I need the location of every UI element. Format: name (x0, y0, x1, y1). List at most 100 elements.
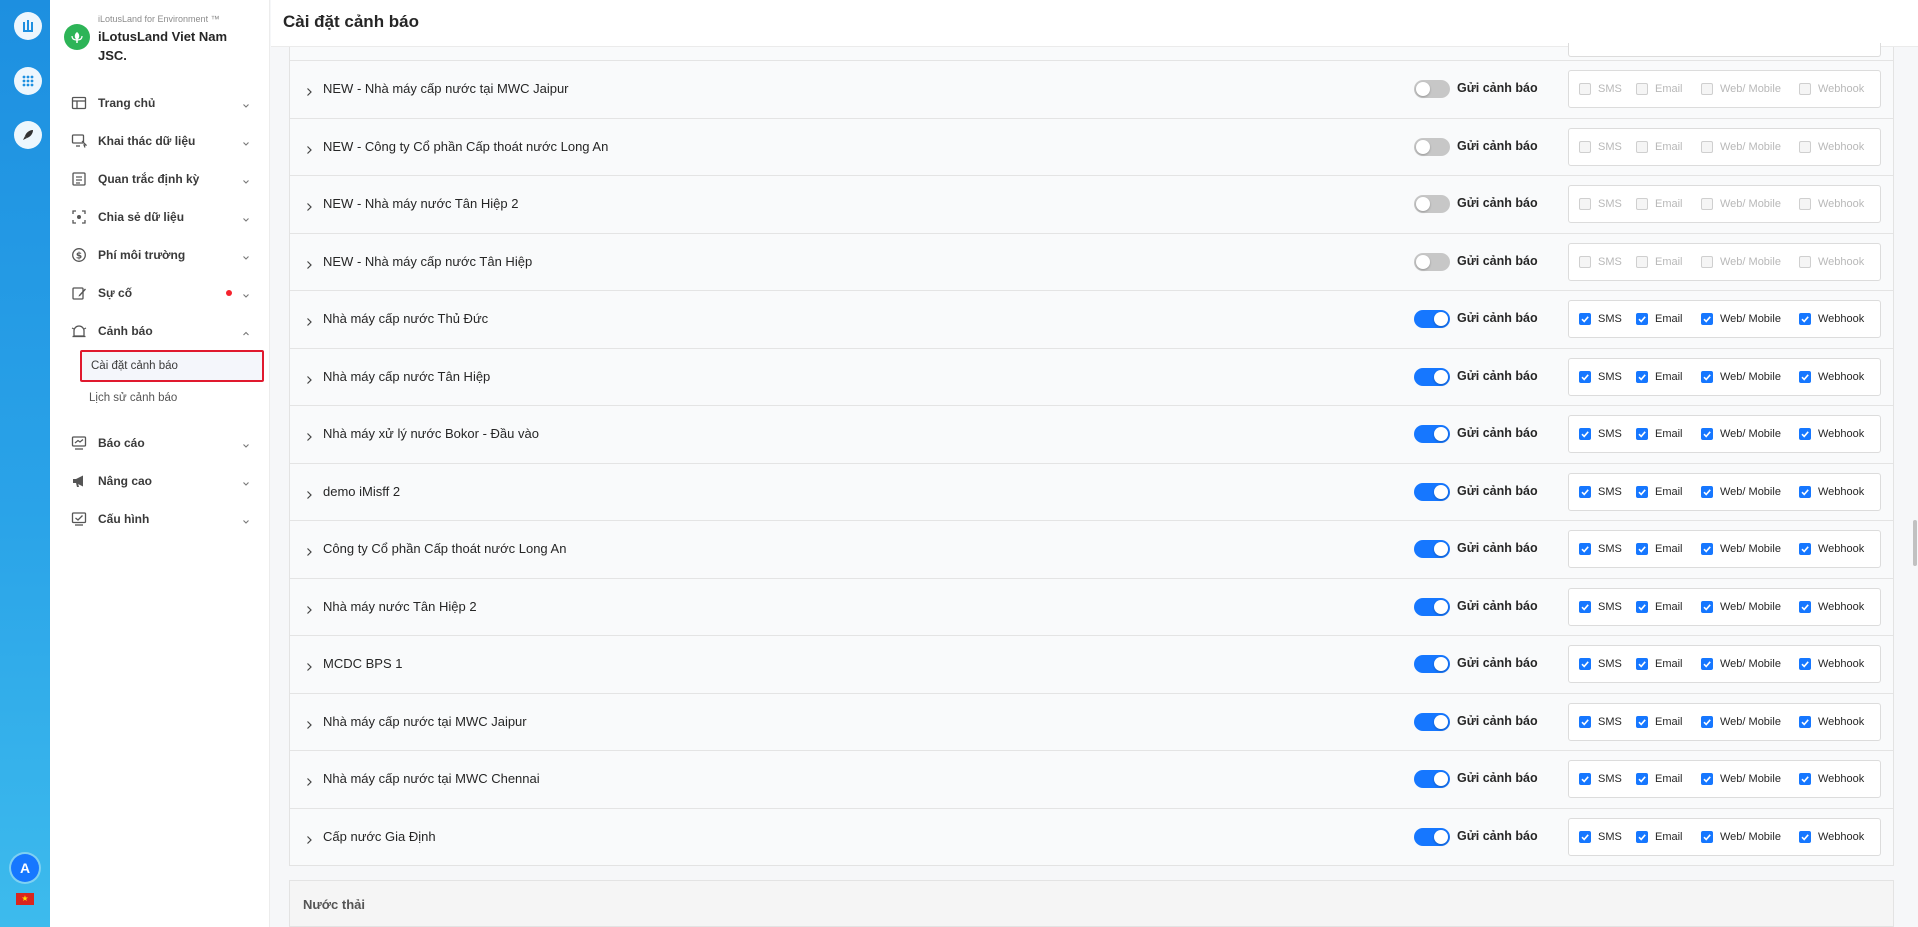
channel-checkbox-email[interactable]: Email (1636, 543, 1683, 555)
expand-caret-icon[interactable] (304, 314, 314, 326)
channel-checkbox-sms[interactable]: SMS (1579, 600, 1622, 613)
channel-checkbox-email[interactable]: Email (1636, 715, 1683, 728)
sidebar-item-nang-cao[interactable]: Nâng cao (50, 462, 270, 500)
channel-checkbox-web-mobile[interactable]: Web/ Mobile (1701, 715, 1781, 728)
section-header-wastewater[interactable]: Nước thải (289, 880, 1894, 927)
channel-checkbox-sms[interactable]: SMS (1579, 485, 1622, 498)
channel-checkbox-sms[interactable]: SMS (1579, 773, 1622, 785)
channel-checkbox-sms[interactable]: SMS (1579, 370, 1622, 383)
send-alert-toggle[interactable] (1414, 597, 1450, 616)
channel-checkbox-email[interactable]: Email (1636, 773, 1683, 785)
expand-caret-icon[interactable] (304, 544, 314, 556)
rocket-icon[interactable] (14, 121, 42, 149)
channel-checkbox-sms[interactable]: SMS (1579, 313, 1622, 325)
sidebar-item-khai-thac-du-lieu[interactable]: Khai thác dữ liệu (50, 122, 270, 160)
expand-caret-icon[interactable] (304, 199, 314, 211)
send-alert-toggle[interactable] (1414, 137, 1450, 156)
send-alert-toggle[interactable] (1414, 655, 1450, 673)
channel-checkbox-email[interactable]: Email (1636, 485, 1683, 498)
channel-checkbox-sms[interactable]: SMS (1579, 715, 1622, 728)
channel-checkbox-sms[interactable]: SMS (1579, 428, 1622, 440)
send-alert-toggle[interactable] (1414, 712, 1450, 731)
expand-caret-icon[interactable] (304, 257, 314, 269)
sidebar-item-canh-bao[interactable]: Cảnh báo (50, 312, 270, 350)
channel-checkbox-web-mobile[interactable]: Web/ Mobile (1701, 543, 1781, 555)
channel-label: Web/ Mobile (1720, 83, 1781, 95)
channel-checkbox-sms[interactable]: SMS (1579, 543, 1622, 555)
channel-checkbox-web-mobile[interactable]: Web/ Mobile (1701, 370, 1781, 383)
channel-checkbox-email[interactable]: Email (1636, 370, 1683, 383)
channel-checkbox-webhook[interactable]: Webhook (1799, 830, 1864, 843)
channel-label: Webhook (1818, 370, 1865, 383)
expand-caret-icon[interactable] (304, 142, 314, 154)
expand-caret-icon[interactable] (304, 717, 314, 729)
scrollbar-thumb[interactable] (1913, 520, 1917, 566)
checkbox-box (1579, 370, 1591, 383)
channel-checkbox-web-mobile[interactable]: Web/ Mobile (1701, 485, 1781, 498)
channel-checkbox-webhook[interactable]: Webhook (1799, 715, 1864, 728)
channel-checkbox-webhook[interactable]: Webhook (1799, 428, 1864, 440)
channel-checkbox-webhook[interactable]: Webhook (1799, 313, 1864, 325)
sidebar-item-bao-cao[interactable]: Báo cáo (50, 424, 270, 462)
brand[interactable]: iLotusLand for Environment ™ iLotusLand … (64, 14, 264, 66)
sidebar-item-phi-moi-truong[interactable]: $ Phí môi trường (50, 236, 270, 274)
avatar[interactable]: A (11, 854, 39, 882)
channel-checkbox-sms: SMS (1579, 83, 1622, 95)
send-alert-toggle[interactable] (1414, 310, 1450, 328)
channel-checkbox-webhook[interactable]: Webhook (1799, 658, 1864, 670)
checkbox-box (1799, 428, 1811, 440)
apps-grid-icon[interactable] (14, 67, 42, 95)
expand-caret-icon[interactable] (304, 429, 314, 441)
channel-checkbox-sms[interactable]: SMS (1579, 658, 1622, 670)
expand-caret-icon[interactable] (304, 84, 314, 96)
channel-checkbox-email[interactable]: Email (1636, 313, 1683, 325)
channel-checkbox-web-mobile[interactable]: Web/ Mobile (1701, 428, 1781, 440)
channel-checkbox-web-mobile[interactable]: Web/ Mobile (1701, 313, 1781, 325)
channel-checkbox-sms[interactable]: SMS (1579, 830, 1622, 843)
expand-caret-icon[interactable] (304, 774, 314, 786)
sidebar-item-cau-hinh[interactable]: Cấu hình (50, 500, 270, 538)
channel-checkbox-webhook[interactable]: Webhook (1799, 485, 1864, 498)
language-flag-icon[interactable]: ★ (16, 893, 34, 905)
channel-checkbox-web-mobile[interactable]: Web/ Mobile (1701, 773, 1781, 785)
send-alert-toggle[interactable] (1414, 482, 1450, 501)
submenu-item-cai-dat-canh-bao[interactable]: Cài đặt cảnh báo (80, 350, 264, 382)
channel-checkbox-email[interactable]: Email (1636, 600, 1683, 613)
channel-group: SMS Email Web/ Mobile Webhook (1568, 817, 1881, 856)
sidebar-item-chia-se-du-lieu[interactable]: Chia sẻ dữ liệu (50, 198, 270, 236)
channel-checkbox-webhook[interactable]: Webhook (1799, 773, 1864, 785)
sidebar-item-su-co[interactable]: Sự cố (50, 274, 270, 312)
toggle-knob (1416, 254, 1430, 269)
brand-name: iLotusLand Viet Nam JSC. (98, 29, 228, 63)
channel-checkbox-email[interactable]: Email (1636, 658, 1683, 670)
submenu-item-lich-su-canh-bao[interactable]: Lịch sử cảnh báo (80, 382, 264, 414)
sidebar-item-trang-chu[interactable]: Trang chủ (50, 84, 270, 122)
expand-caret-icon[interactable] (304, 832, 314, 844)
send-alert-toggle[interactable] (1414, 252, 1450, 271)
send-alert-toggle[interactable] (1414, 770, 1450, 788)
channel-label: Email (1655, 658, 1683, 670)
channel-checkbox-webhook[interactable]: Webhook (1799, 600, 1864, 613)
channel-checkbox-web-mobile[interactable]: Web/ Mobile (1701, 600, 1781, 613)
channel-checkbox-email[interactable]: Email (1636, 428, 1683, 440)
channel-checkbox-web-mobile[interactable]: Web/ Mobile (1701, 658, 1781, 670)
send-alert-toggle[interactable] (1414, 80, 1450, 98)
send-alert-toggle[interactable] (1414, 540, 1450, 558)
send-alert-toggle[interactable] (1414, 367, 1450, 386)
channel-checkbox-web-mobile[interactable]: Web/ Mobile (1701, 830, 1781, 843)
sidebar-item-quan-trac-dinh-ky[interactable]: Quan trắc định kỳ (50, 160, 270, 198)
expand-caret-icon[interactable] (304, 487, 314, 499)
sidebar-item-label: Cảnh báo (98, 324, 153, 338)
expand-caret-icon[interactable] (304, 659, 314, 671)
expand-caret-icon[interactable] (304, 372, 314, 384)
expand-caret-icon[interactable] (304, 602, 314, 614)
send-alert-toggle[interactable] (1414, 195, 1450, 213)
channel-checkbox-email[interactable]: Email (1636, 830, 1683, 843)
chevron-down-icon (242, 251, 250, 260)
channel-checkbox-webhook[interactable]: Webhook (1799, 543, 1864, 555)
send-alert-label: Gửi cảnh báo (1457, 311, 1538, 325)
lotus-app-icon[interactable] (14, 12, 42, 40)
send-alert-toggle[interactable] (1414, 425, 1450, 443)
send-alert-toggle[interactable] (1414, 827, 1450, 846)
channel-checkbox-webhook[interactable]: Webhook (1799, 370, 1865, 383)
